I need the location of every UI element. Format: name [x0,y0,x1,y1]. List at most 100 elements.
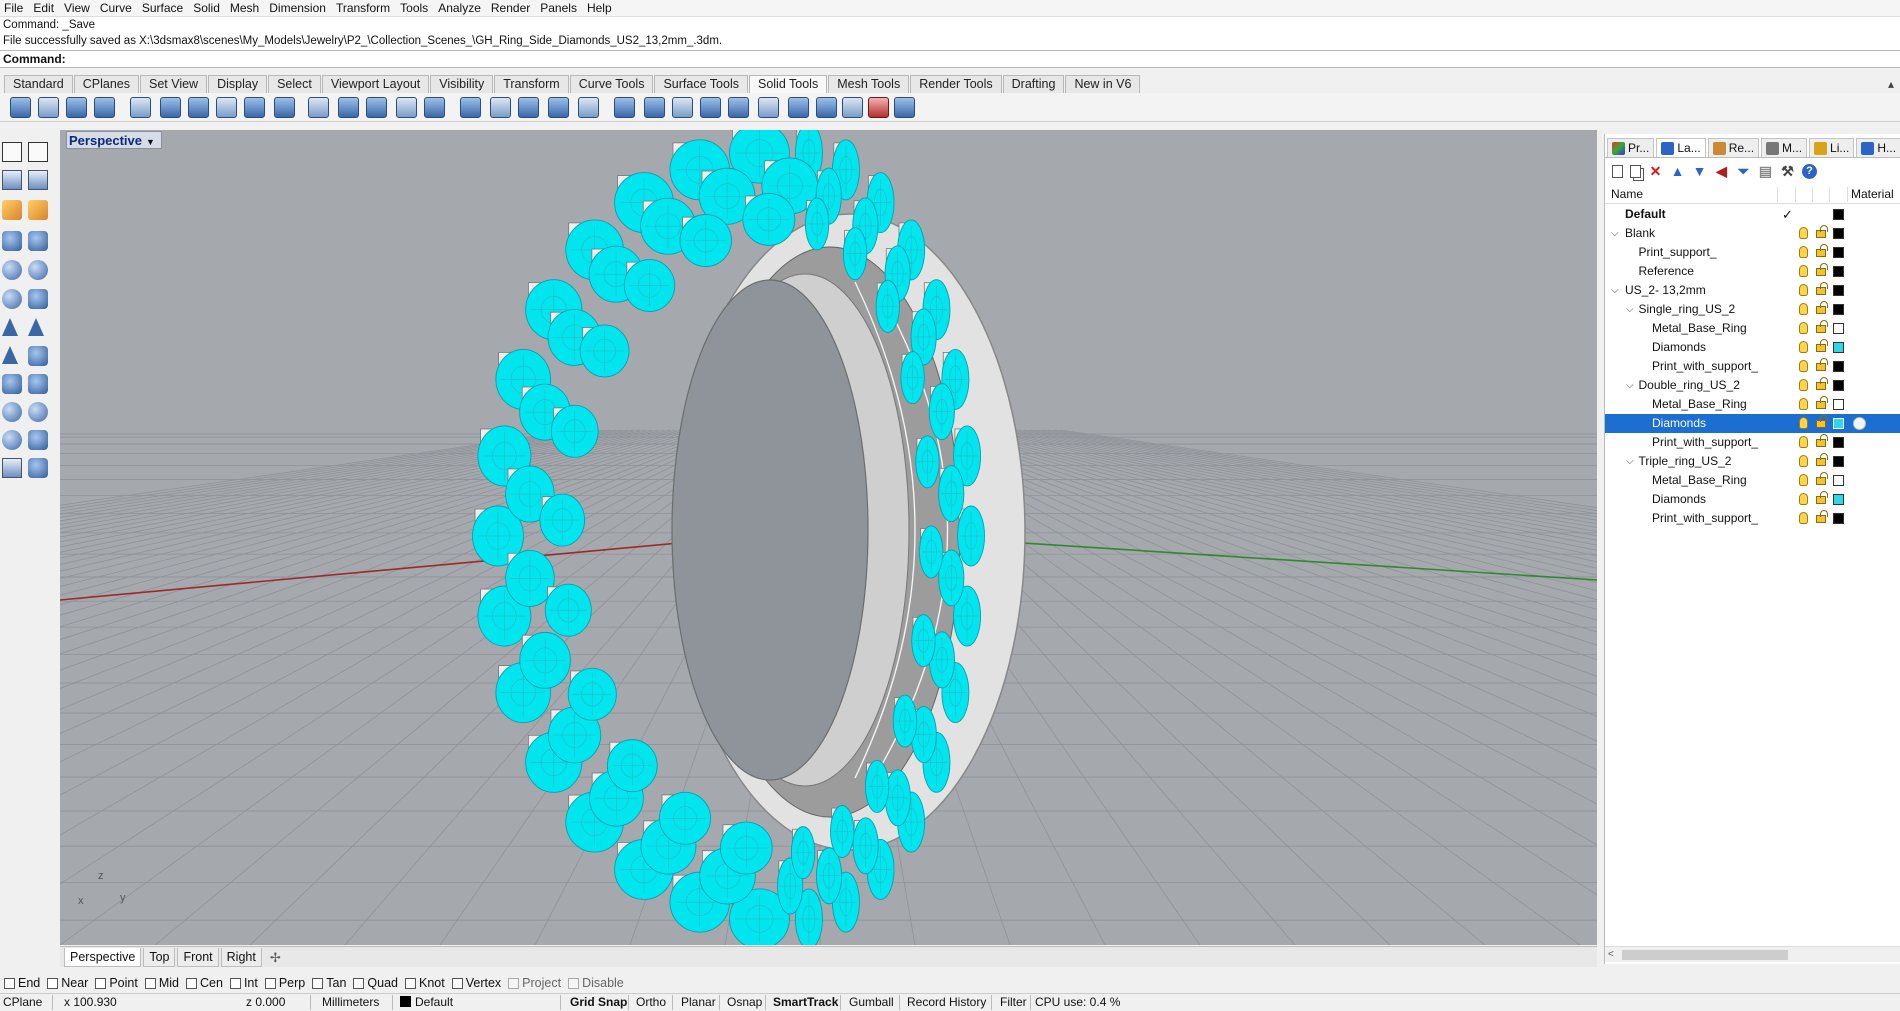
offset-surface-icon[interactable] [700,97,721,118]
tab-select[interactable]: Select [268,75,321,93]
osnap-checkbox[interactable] [4,977,15,989]
layer-color-swatch[interactable] [1833,285,1844,296]
layout-icon[interactable] [2,458,22,478]
osnap-checkbox[interactable] [186,977,197,989]
new-layer-icon[interactable] [1612,164,1623,178]
osnap-vertex[interactable]: Vertex [451,976,501,990]
layer-row[interactable]: Print_with_support_ [1605,357,1900,376]
tabs-overflow-icon[interactable]: ▴ [1888,75,1894,93]
expand-chevron-icon[interactable]: ⌵ [1626,452,1636,471]
shell-icon[interactable] [216,97,237,118]
visibility-bulb-icon[interactable] [1799,360,1808,372]
layer-row[interactable]: Diamonds [1605,414,1900,433]
layer-row[interactable]: Reference [1605,262,1900,281]
lock-icon[interactable] [1816,453,1828,466]
select-arrow-icon[interactable] [2,142,22,162]
visibility-bulb-icon[interactable] [1799,284,1808,296]
tab-display[interactable]: Display [208,75,268,93]
osnap-checkbox[interactable] [264,977,276,989]
tab-standard[interactable]: Standard [4,75,73,93]
cap-planar-holes-icon[interactable] [160,97,181,118]
layer-color-swatch[interactable] [1833,456,1844,467]
delete-icon[interactable] [868,97,889,118]
torus-icon[interactable] [2,402,22,422]
solid-points-on-icon[interactable] [728,97,749,118]
tab-solid-tools[interactable]: Solid Tools [748,75,828,93]
truncated-cone-icon[interactable] [28,318,44,336]
layer-row[interactable]: Print_with_support_ [1605,509,1900,528]
tab-new-in-v6[interactable]: New in V6 [1065,75,1141,93]
column-name[interactable]: Name [1611,185,1643,203]
status-units[interactable]: Millimeters [322,994,379,1011]
menu-panels[interactable]: Panels [536,1,583,16]
boolean-intersection-icon[interactable] [66,97,87,118]
menu-surface[interactable]: Surface [138,1,189,16]
perspective-viewport[interactable]: Perspective ▼ z x y [60,130,1597,945]
lock-icon[interactable] [1816,225,1828,238]
layer-color-swatch[interactable] [1833,513,1844,524]
tab-mesh-tools[interactable]: Mesh Tools [828,75,910,93]
tab-render-tools[interactable]: Render Tools [910,75,1002,93]
visibility-bulb-icon[interactable] [1799,417,1808,429]
layer-row[interactable]: ⌵ Single_ring_US_2 [1605,300,1900,319]
panel-tab-materials[interactable]: M... [1761,138,1808,157]
visibility-bulb-icon[interactable] [1799,379,1808,391]
isocurve-density-icon[interactable] [816,97,837,118]
layer-color-swatch[interactable] [1833,323,1844,334]
chamfer-edges-icon[interactable] [274,97,295,118]
layer-color-swatch[interactable] [1833,304,1844,315]
layer-color-swatch[interactable] [1833,266,1844,277]
layer-row[interactable]: Print_with_support_ [1605,433,1900,452]
osnap-checkbox[interactable] [47,977,59,989]
tab-cplanes[interactable]: CPlanes [73,75,139,93]
visibility-bulb-icon[interactable] [1799,493,1808,505]
osnap-end[interactable]: End [4,976,40,990]
boolean-union-icon[interactable] [10,97,31,118]
visibility-bulb-icon[interactable] [1799,246,1808,258]
rebuild-edges-icon[interactable] [788,97,809,118]
lock-icon[interactable] [1816,301,1828,314]
layer-color-swatch[interactable] [1833,209,1844,220]
filter-icon[interactable]: ⏷ [1736,163,1751,179]
menu-edit[interactable]: Edit [29,1,60,16]
menu-view[interactable]: View [60,1,96,16]
visibility-bulb-icon[interactable] [1799,455,1808,467]
expand-chevron-icon[interactable]: ⌵ [1611,224,1621,243]
layer-color-swatch[interactable] [1833,361,1844,372]
status-current-layer[interactable]: Default [400,994,453,1011]
tools-icon[interactable]: ⚒ [1780,163,1795,179]
record-history-toggle[interactable]: Record History [907,994,986,1011]
panel-tab-help[interactable]: H... [1856,138,1900,157]
osnap-checkbox[interactable] [229,977,241,989]
osnap-cen[interactable]: Cen [186,976,223,990]
material-swatch-icon[interactable] [1853,417,1866,430]
pyramid-edit-icon[interactable] [28,346,48,366]
tab-set-view[interactable]: Set View [139,75,208,93]
osnap-checkbox[interactable] [451,977,463,989]
menu-tools[interactable]: Tools [396,1,434,16]
move-face-icon[interactable] [338,97,359,118]
lock-icon[interactable] [1816,415,1828,428]
delete-layer-icon[interactable]: ✕ [1648,163,1663,179]
lock-icon[interactable] [1816,320,1828,333]
boolean-difference-icon[interactable] [38,97,59,118]
menu-mesh[interactable]: Mesh [226,1,265,16]
menu-help[interactable]: Help [583,1,618,16]
visibility-bulb-icon[interactable] [1799,303,1808,315]
visibility-bulb-icon[interactable] [1799,341,1808,353]
layer-color-swatch[interactable] [1833,342,1844,353]
menu-analyze[interactable]: Analyze [434,1,487,16]
osnap-near[interactable]: Near [47,976,88,990]
polyline-icon[interactable] [2,170,22,190]
merge-faces-icon[interactable] [758,97,779,118]
layer-row[interactable]: Diamonds [1605,490,1900,509]
tab-viewport-layout[interactable]: Viewport Layout [321,75,430,93]
osnap-disable[interactable]: Disable [568,976,624,990]
fillet-edges-icon[interactable] [244,97,265,118]
line-icon[interactable] [28,170,48,190]
make-solid-icon[interactable] [188,97,209,118]
osnap-checkbox[interactable] [508,977,520,989]
menu-curve[interactable]: Curve [96,1,138,16]
cylinder-icon[interactable] [2,374,22,394]
viewport-tab-right[interactable]: Right [220,947,262,967]
